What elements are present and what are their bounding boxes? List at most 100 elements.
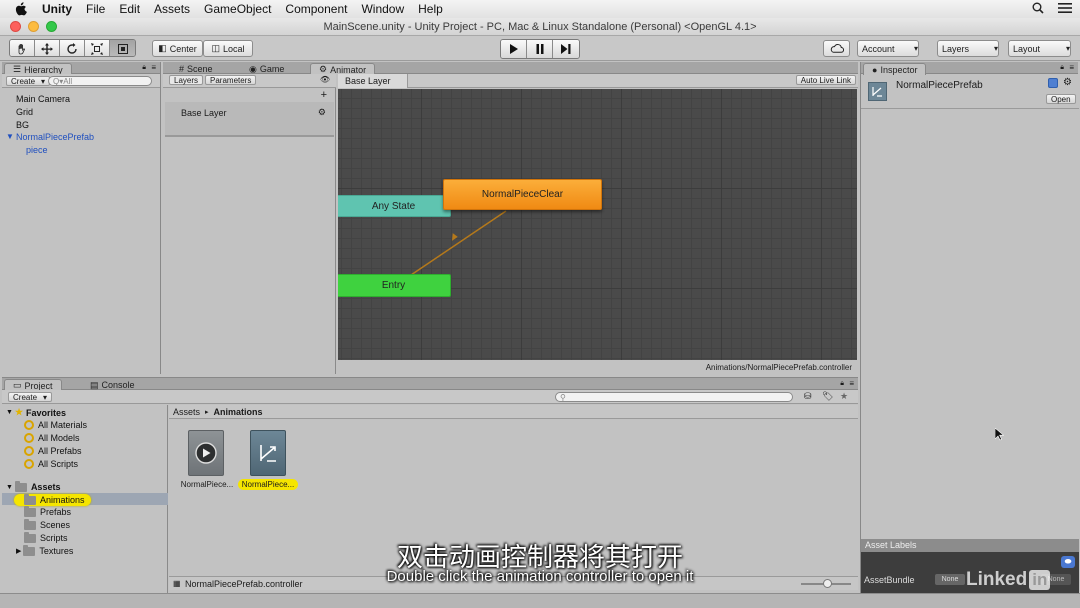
menu-gameobject[interactable]: GameObject (204, 2, 271, 16)
state-normalpiececlear[interactable]: NormalPieceClear (443, 179, 602, 210)
layer-settings-gear-icon[interactable]: ⚙ (318, 107, 326, 118)
open-button[interactable]: Open (1046, 94, 1076, 104)
filter-by-label-icon[interactable]: 🏷︎ (822, 391, 833, 402)
hierarchy-search-input[interactable]: Q▾All (48, 76, 152, 86)
saved-search-icon (24, 446, 34, 456)
scale-tool-icon[interactable] (85, 40, 110, 56)
base-layer-row[interactable]: Base Layer ⚙ (165, 102, 334, 137)
animator-controller-icon (260, 445, 276, 462)
play-button[interactable] (501, 40, 527, 58)
linkedin-watermark: Linked in (966, 569, 1051, 591)
hierarchy-item-main-camera[interactable]: Main Camera (16, 94, 70, 104)
inspector-menu-icon[interactable]: ≡ (1069, 63, 1074, 72)
breadcrumb-base-layer[interactable]: Base Layer (338, 74, 408, 88)
inspector-tab-label: Inspector (880, 64, 918, 75)
assets-header[interactable]: ▼ Assets (6, 480, 60, 492)
layout-dropdown[interactable]: Layout (1008, 40, 1071, 57)
animation-clip-asset[interactable] (188, 430, 224, 476)
rotate-tool-icon[interactable] (60, 40, 85, 56)
menu-file[interactable]: File (86, 2, 105, 16)
menu-edit[interactable]: Edit (119, 2, 140, 16)
menu-component[interactable]: Component (285, 2, 347, 16)
hierarchy-item-piece[interactable]: piece (26, 145, 48, 155)
space-local-toggle[interactable]: ◫ Local (203, 40, 253, 57)
hierarchy-item-bg[interactable]: BG (16, 120, 29, 130)
favorite-star-icon[interactable]: ★ (840, 391, 848, 402)
rect-tool-icon[interactable] (110, 40, 135, 56)
help-book-icon[interactable] (1048, 78, 1058, 88)
folder-prefabs-label: Prefabs (40, 507, 72, 517)
mouse-cursor-icon (995, 428, 1004, 441)
center-tabstrip: # Scene ◉ Game ⚙ Animator (163, 62, 858, 75)
hierarchy-tabstrip: ☰ Hierarchy 🔒︎ ≡ (2, 62, 160, 75)
favorite-all-models[interactable]: All Models (24, 433, 80, 443)
hierarchy-create-dropdown[interactable]: Create (6, 76, 51, 86)
animation-clip-label: NormalPiece... (180, 480, 234, 489)
expand-arrow-icon[interactable]: ▼ (6, 132, 14, 141)
controller-asset-icon (868, 82, 887, 101)
project-create-label: Create (13, 392, 38, 402)
pivot-label: Center (169, 43, 197, 54)
inspector-lock-icon[interactable]: 🔒︎ (1060, 64, 1064, 72)
parameters-subtab-label: Parameters (210, 75, 252, 85)
menu-assets[interactable]: Assets (154, 2, 190, 16)
folder-scenes[interactable]: Scenes (24, 518, 70, 530)
project-search-input[interactable]: ⚲ (555, 392, 793, 402)
hand-tool-icon[interactable] (10, 40, 35, 56)
folder-icon (24, 505, 36, 517)
hierarchy-item-normalpieceprefab[interactable]: NormalPiecePrefab (16, 132, 94, 142)
favorite-all-scripts[interactable]: All Scripts (24, 459, 78, 469)
filter-by-type-icon[interactable]: ⛁ (804, 391, 812, 402)
state-entry[interactable]: Entry (338, 274, 451, 297)
menu-help[interactable]: Help (418, 2, 443, 16)
menu-app-unity[interactable]: Unity (42, 2, 72, 16)
favorite-all-prefabs[interactable]: All Prefabs (24, 446, 82, 456)
favorites-header[interactable]: ▼ ★ Favorites (6, 407, 66, 418)
state-any-state[interactable]: Any State (338, 195, 451, 217)
move-tool-icon[interactable] (35, 40, 60, 56)
folder-prefabs[interactable]: Prefabs (24, 505, 72, 517)
project-menu-icon[interactable]: ≡ (849, 379, 854, 388)
animator-graph-canvas[interactable]: Any State Entry NormalPieceClear (338, 89, 857, 360)
account-dropdown[interactable]: Account (857, 40, 919, 57)
project-lock-icon[interactable]: 🔒︎ (840, 380, 844, 388)
transition-arrow[interactable] (338, 89, 857, 360)
animator-breadcrumb-bar: Base Layer Auto Live Link (338, 74, 858, 88)
breadcrumb-assets[interactable]: Assets (173, 407, 200, 417)
pivot-center-toggle[interactable]: ◧ Center (152, 40, 203, 57)
cloud-button[interactable] (823, 40, 850, 57)
project-create-dropdown[interactable]: Create (8, 392, 53, 402)
add-layer-icon[interactable]: + (321, 89, 327, 101)
folder-animations[interactable]: Animations (14, 493, 91, 506)
lock-icon[interactable]: 🔒︎ (142, 64, 146, 72)
favorite-all-materials[interactable]: All Materials (24, 420, 87, 430)
layers-dropdown[interactable]: Layers (937, 40, 999, 57)
breadcrumb-animations[interactable]: Animations (214, 407, 263, 417)
saved-search-icon (24, 459, 34, 469)
tab-inspector[interactable]: ● Inspector (863, 63, 927, 75)
apple-icon[interactable] (14, 2, 28, 16)
scene-icon: # (179, 64, 185, 74)
step-button[interactable] (553, 40, 579, 58)
spotlight-search-icon[interactable] (1032, 2, 1044, 17)
hierarchy-item-grid[interactable]: Grid (16, 107, 33, 117)
favorites-star-icon: ★ (14, 407, 24, 417)
eye-icon[interactable]: 👁︎ (320, 75, 330, 84)
menu-window[interactable]: Window (361, 2, 404, 16)
animator-controller-asset[interactable] (250, 430, 286, 476)
animator-controller-label[interactable]: NormalPiece... (238, 479, 298, 490)
layers-subtab[interactable]: Layers (169, 75, 204, 85)
auto-live-link-toggle[interactable]: Auto Live Link (795, 75, 856, 85)
parameters-subtab[interactable]: Parameters (205, 75, 257, 85)
pause-button[interactable] (527, 40, 553, 58)
notification-center-icon[interactable] (1058, 2, 1072, 17)
panel-menu-icon[interactable]: ≡ (151, 63, 156, 72)
cloud-icon (830, 44, 844, 53)
window-titlebar: MainScene.unity - Unity Project - PC, Ma… (0, 18, 1080, 36)
game-icon: ◉ (249, 63, 257, 74)
project-breadcrumb: Assets ▸ Animations (169, 405, 858, 419)
watermark-in-badge: in (1029, 570, 1051, 590)
inspector-object-name: NormalPiecePrefab (896, 80, 983, 91)
inspector-gear-icon[interactable]: ⚙ (1063, 77, 1072, 88)
playback-controls (500, 39, 580, 59)
